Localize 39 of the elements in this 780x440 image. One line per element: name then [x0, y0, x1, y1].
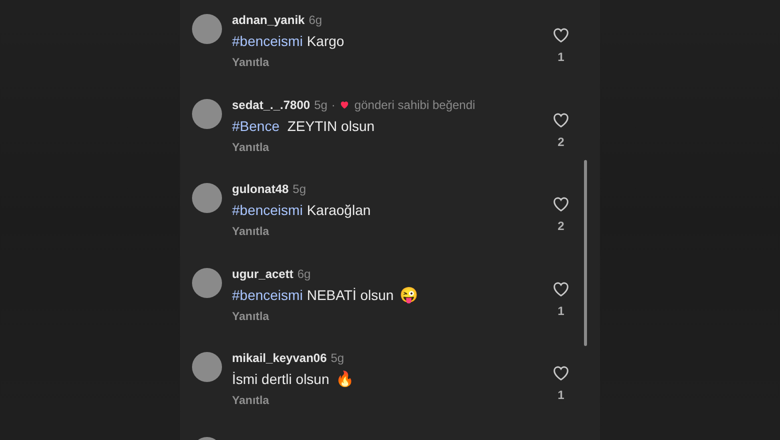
- avatar[interactable]: [192, 352, 222, 382]
- emoji: 😜: [400, 286, 419, 304]
- reply-link[interactable]: Yanıtla: [232, 142, 270, 154]
- reply-link[interactable]: Yanıtla: [232, 395, 270, 407]
- like-count: 1: [558, 388, 564, 402]
- avatar[interactable]: [192, 268, 222, 298]
- owner-liked-note: gönderi sahibi beğendi: [354, 98, 476, 112]
- comment-text: Kargo: [306, 33, 344, 49]
- username[interactable]: gulonat48: [232, 182, 289, 196]
- username[interactable]: mikail_keyvan06: [232, 351, 327, 365]
- avatar[interactable]: [192, 14, 222, 44]
- like-count: 2: [558, 219, 564, 233]
- comment-text: ZEYTIN olsun: [286, 118, 375, 134]
- username[interactable]: sedat_._.7800: [232, 98, 310, 112]
- separator-dot: ·: [331, 98, 336, 112]
- hashtag-link[interactable]: #Bence: [232, 118, 280, 134]
- like-count: 1: [558, 304, 564, 318]
- hashtag-link[interactable]: #benceismi: [232, 33, 303, 49]
- reply-link[interactable]: Yanıtla: [232, 310, 270, 322]
- comment-text: NEBATİ olsun: [306, 286, 394, 302]
- like-count: 2: [558, 134, 564, 148]
- comment-age: 6g: [297, 266, 311, 280]
- comment-text: Karaoğlan: [306, 202, 371, 218]
- comment-text: İsmi dertli olsun: [232, 371, 330, 387]
- username[interactable]: ugur_acett: [232, 266, 294, 280]
- hashtag-link[interactable]: #benceismi: [232, 202, 303, 218]
- comment-age: 5g: [292, 182, 306, 196]
- scrollbar[interactable]: [584, 160, 587, 346]
- comment-age: 6g: [308, 13, 322, 27]
- avatar[interactable]: [192, 98, 222, 128]
- reply-link[interactable]: Yanıtla: [232, 226, 270, 238]
- username[interactable]: adnan_yanik: [232, 13, 305, 27]
- reply-link[interactable]: Yanıtla: [232, 57, 270, 69]
- comment-age: 5g: [330, 351, 344, 365]
- hashtag-link[interactable]: #benceismi: [232, 286, 303, 302]
- emoji: 🔥: [335, 370, 354, 388]
- like-count: 1: [558, 50, 564, 64]
- comment-age: 5g: [314, 98, 328, 112]
- avatar[interactable]: [192, 183, 222, 213]
